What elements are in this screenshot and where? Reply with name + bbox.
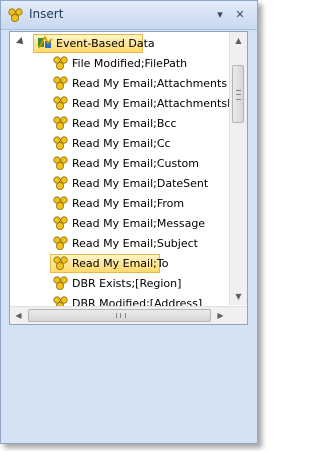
- puzzle-icon: [53, 276, 68, 290]
- tree-item[interactable]: Read My Email;To: [50, 254, 230, 273]
- expand-collapse-icon[interactable]: [16, 37, 26, 47]
- tree-item[interactable]: Read My Email;Bcc: [50, 114, 230, 133]
- window-title: Insert: [29, 7, 64, 21]
- tree-root-label: Event-Based Data: [56, 37, 155, 50]
- tree-item[interactable]: File Modified;FilePath: [50, 54, 230, 73]
- window-menu-button[interactable]: ▾: [213, 8, 227, 22]
- tree-item[interactable]: Read My Email;Cc: [50, 134, 230, 153]
- tree-item-label: Read My Email;Custom: [72, 157, 199, 170]
- tree-item-label: Read My Email;DateSent: [72, 177, 209, 190]
- data-tree[interactable]: Event-Based Data File Modified;FilePath R…: [9, 31, 248, 325]
- tree-item[interactable]: Read My Email;AttachmentsPath: [50, 94, 247, 113]
- tree-item-label: Read My Email;AttachmentsPath: [72, 97, 248, 110]
- tree-root-node[interactable]: Event-Based Data: [10, 34, 230, 54]
- tree-item-label: DBR Exists;[Region]: [72, 277, 182, 290]
- tree-item[interactable]: Read My Email;Subject: [50, 234, 230, 253]
- scroll-down-icon[interactable]: ▼: [230, 288, 247, 305]
- tree-item-label: Read My Email;Subject: [72, 237, 198, 250]
- insert-window: Insert ▾ ✕ Event-Based Data File Modifie…: [0, 0, 258, 444]
- tree-item-label: Read My Email;Attachments: [72, 77, 228, 90]
- tree-item[interactable]: Read My Email;Attachments: [50, 74, 230, 93]
- tree-item[interactable]: Read My Email;From: [50, 194, 230, 213]
- tree-item-label: Read My Email;From: [72, 197, 185, 210]
- vertical-scroll-thumb[interactable]: [232, 65, 244, 123]
- scrollbar-corner: [230, 307, 247, 324]
- tree-item[interactable]: Read My Email;Message: [50, 214, 230, 233]
- grip-icon: [116, 313, 126, 318]
- tree-item-label: Read My Email;Cc: [72, 137, 171, 150]
- puzzle-icon: [53, 136, 68, 150]
- puzzle-icon: [53, 76, 68, 90]
- puzzle-icon: [53, 116, 68, 130]
- vertical-scrollbar[interactable]: ▲ ▼: [229, 32, 247, 305]
- puzzle-icon: [53, 176, 68, 190]
- puzzle-icon: [53, 56, 68, 70]
- tree-item-label: Read My Email;To: [72, 257, 169, 270]
- horizontal-scroll-thumb[interactable]: [28, 309, 211, 322]
- scroll-up-icon[interactable]: ▲: [230, 32, 247, 49]
- puzzle-icon: [8, 8, 23, 22]
- scroll-left-icon[interactable]: ◀: [10, 307, 27, 324]
- tree-item-label: Read My Email;Message: [72, 217, 206, 230]
- puzzle-icon: [53, 156, 68, 170]
- tree-item-label: Read My Email;Bcc: [72, 117, 177, 130]
- grip-icon: [236, 90, 241, 100]
- event-data-icon: [38, 35, 53, 49]
- puzzle-icon: [53, 216, 68, 230]
- puzzle-icon: [53, 196, 68, 210]
- puzzle-icon: [53, 96, 68, 110]
- tree-item[interactable]: DBR Exists;[Region]: [50, 274, 230, 293]
- tree-item[interactable]: Read My Email;DateSent: [50, 174, 230, 193]
- tree-item[interactable]: Read My Email;Custom: [50, 154, 230, 173]
- horizontal-scrollbar[interactable]: ◀ ▶: [10, 306, 247, 324]
- tree-item-label: File Modified;FilePath: [72, 57, 188, 70]
- puzzle-icon: [53, 256, 68, 270]
- title-bar[interactable]: Insert ▾ ✕: [1, 1, 257, 30]
- close-button[interactable]: ✕: [233, 8, 247, 22]
- puzzle-icon: [53, 236, 68, 250]
- scroll-right-icon[interactable]: ▶: [212, 307, 229, 324]
